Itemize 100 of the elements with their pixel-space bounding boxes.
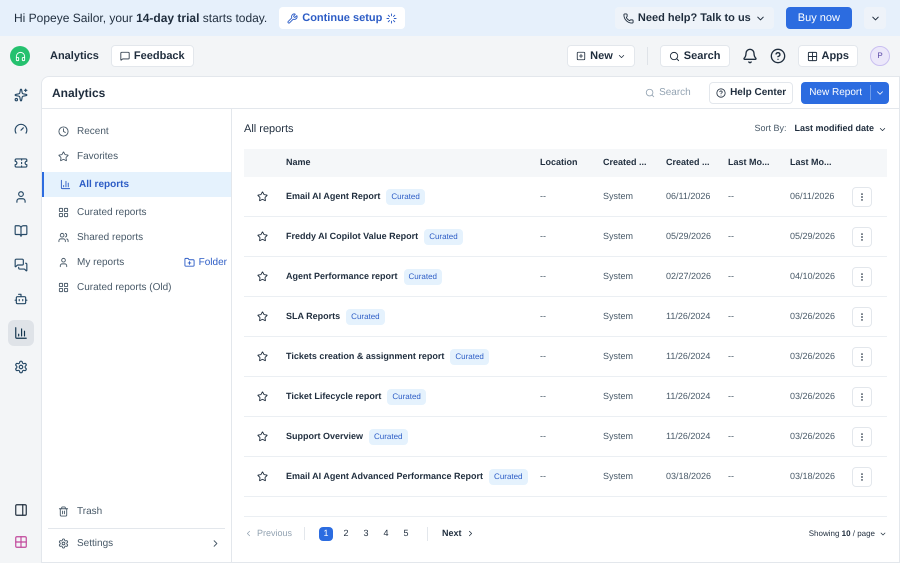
curated-tag: Curated	[386, 188, 425, 204]
grid-icon	[58, 282, 69, 293]
page-title: Analytics	[52, 84, 106, 102]
table-cell-text: --	[540, 470, 547, 483]
sidebar-item[interactable]: Curated reports (Old)	[42, 275, 231, 300]
page-button[interactable]: 3	[359, 526, 374, 540]
plus-icon	[576, 51, 586, 61]
sidebar-item[interactable]: Recent	[42, 119, 231, 144]
trial-message: Hi Popeye Sailor, your 14-day trial starts today.	[14, 10, 268, 27]
spinner-icon	[386, 12, 398, 24]
trash-icon	[58, 506, 69, 517]
table-cell-text: --	[540, 310, 547, 323]
chat-icon[interactable]	[14, 258, 28, 272]
apps-icon	[806, 50, 818, 62]
clock-icon	[58, 126, 69, 137]
folder-icon	[184, 257, 195, 268]
table-cell-text: --	[540, 230, 547, 243]
page-button[interactable]: 2	[339, 526, 354, 540]
sort-dropdown[interactable]: Last modified date	[794, 122, 887, 136]
person-icon[interactable]	[14, 190, 28, 204]
report-name[interactable]: Ticket Lifecycle report	[286, 390, 382, 404]
report-name[interactable]: SLA Reports	[286, 310, 340, 324]
table-cell-text: 03/26/2026	[790, 350, 836, 363]
table-cell-text: 11/26/2024	[666, 430, 712, 443]
page-size-dropdown[interactable]: Showing 10 / page	[808, 528, 887, 540]
column-header[interactable]: Last Mo...	[790, 156, 852, 170]
table-cell-text: 03/18/2026	[666, 470, 712, 483]
table-cell-text: System	[603, 310, 634, 323]
robot-icon[interactable]	[14, 292, 28, 306]
settings-icon[interactable]	[14, 360, 28, 374]
star-icon[interactable]	[257, 351, 268, 362]
star-icon[interactable]	[257, 471, 268, 482]
help-icon[interactable]	[770, 48, 786, 64]
star-icon[interactable]	[257, 271, 268, 282]
section-title: All reports	[244, 122, 294, 137]
column-header[interactable]: Last Mo...	[728, 156, 790, 170]
new-folder-link[interactable]: Folder	[184, 255, 227, 270]
table-cell-text: 11/26/2024	[666, 390, 712, 403]
continue-setup-button[interactable]: Continue setup	[279, 7, 406, 29]
table-cell-text: --	[728, 390, 735, 403]
grid-icon	[58, 207, 69, 218]
settings-item[interactable]: Settings	[48, 528, 225, 558]
gauge-icon[interactable]	[14, 122, 28, 136]
search-button[interactable]: Search	[660, 45, 730, 67]
message-icon	[120, 51, 130, 61]
report-name[interactable]: Agent Performance report	[286, 270, 398, 284]
column-header[interactable]: Location	[540, 156, 603, 170]
table-cell-text: --	[728, 190, 735, 203]
star-icon[interactable]	[257, 391, 268, 402]
column-header[interactable]: Created ...	[603, 156, 666, 170]
buy-now-button[interactable]: Buy now	[786, 7, 852, 29]
trash-item[interactable]: Trash	[42, 499, 231, 524]
report-name[interactable]: Email AI Agent Report	[286, 190, 380, 204]
bell-icon[interactable]	[742, 48, 758, 64]
chart-icon[interactable]	[14, 326, 28, 340]
curated-tag: Curated	[489, 468, 528, 484]
sidebar-item[interactable]: My reports Folder	[42, 250, 231, 275]
table-cell-text: --	[540, 430, 547, 443]
table-cell-text: 06/11/2026	[666, 190, 712, 203]
feedback-button[interactable]: Feedback	[110, 45, 194, 67]
apps-button[interactable]: Apps	[798, 45, 858, 67]
table-cell-text: System	[603, 190, 634, 203]
column-header[interactable]: Name	[278, 156, 540, 170]
panel-icon[interactable]	[14, 503, 28, 517]
table-cell-text: System	[603, 390, 634, 403]
next-button[interactable]: Next	[428, 526, 475, 540]
search-icon	[668, 50, 680, 62]
apps-grid-icon[interactable]	[14, 535, 28, 549]
page-button[interactable]: 5	[399, 526, 414, 540]
sidebar-item[interactable]: Curated reports	[42, 200, 231, 225]
phone-icon	[622, 12, 634, 24]
ticket-icon[interactable]	[14, 156, 28, 170]
curated-tag: Curated	[369, 428, 408, 444]
table-cell-text: 06/11/2026	[790, 190, 836, 203]
page-button[interactable]: 1	[319, 526, 334, 540]
table-cell-text: --	[728, 310, 735, 323]
star-icon	[58, 151, 69, 162]
report-name[interactable]: Email AI Agent Advanced Performance Report	[286, 470, 484, 484]
star-icon[interactable]	[257, 231, 268, 242]
report-name[interactable]: Freddy AI Copilot Value Report	[286, 230, 418, 244]
star-icon[interactable]	[257, 191, 268, 202]
book-icon[interactable]	[14, 224, 28, 238]
help-center-button[interactable]: Help Center	[709, 82, 794, 104]
help-button[interactable]: Need help? Talk to us	[614, 7, 774, 29]
new-report-button[interactable]: New Report	[801, 82, 889, 104]
column-header[interactable]: Created ...	[666, 156, 728, 170]
report-name[interactable]: Tickets creation & assignment report	[286, 350, 444, 364]
sparkle-icon[interactable]	[14, 88, 28, 102]
star-icon[interactable]	[257, 311, 268, 322]
avatar[interactable]: P	[870, 46, 890, 66]
table-cell-text: System	[603, 230, 634, 243]
sidebar-item[interactable]: Favorites	[42, 144, 231, 169]
star-icon[interactable]	[257, 431, 268, 442]
new-button[interactable]: New	[567, 45, 635, 67]
search-field[interactable]: Search	[659, 85, 700, 100]
sidebar-item[interactable]: All reports	[42, 172, 231, 197]
table-cell-text: --	[728, 470, 735, 483]
sidebar-item[interactable]: Shared reports	[42, 225, 231, 250]
page-button[interactable]: 4	[379, 526, 394, 540]
report-name[interactable]: Support Overview	[286, 430, 364, 444]
